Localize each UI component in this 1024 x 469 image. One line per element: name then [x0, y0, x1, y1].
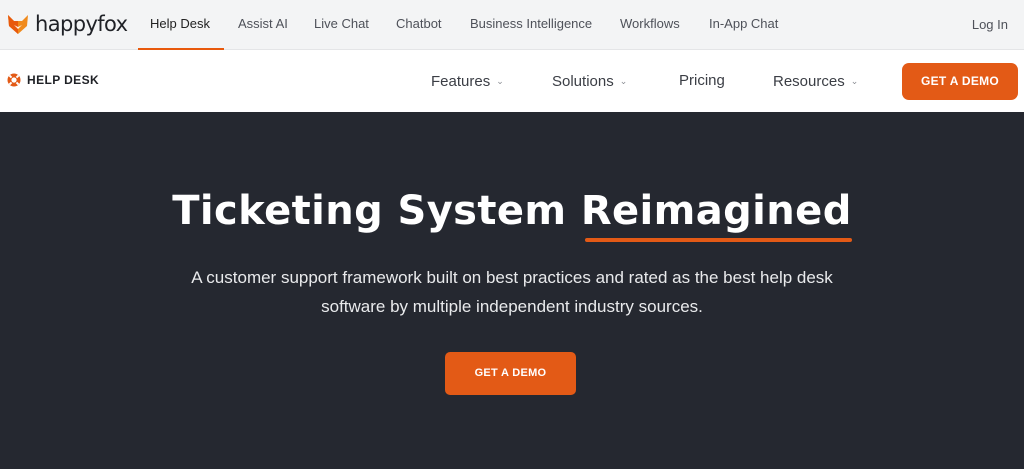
product-tab-label: Live Chat	[314, 16, 369, 31]
product-tab-label: Workflows	[620, 16, 680, 31]
product-tab-live-chat[interactable]: Live Chat	[314, 0, 369, 50]
product-tab-chatbot[interactable]: Chatbot	[396, 0, 442, 50]
product-tab-workflows[interactable]: Workflows	[620, 0, 680, 50]
chevron-down-icon: ⌄	[619, 76, 628, 86]
nav-label: Features	[431, 73, 491, 90]
product-tab-in-app-chat[interactable]: In-App Chat	[709, 0, 778, 50]
product-tab-label: In-App Chat	[709, 16, 779, 31]
hero-section: Ticketing System Reimagined A customer s…	[0, 112, 1024, 469]
help-desk-nav: HELP DESK Features ⌄ Solutions ⌄ Pricing R…	[0, 50, 1024, 112]
nav-pricing[interactable]: Pricing	[679, 50, 725, 112]
highlight-underline	[584, 238, 852, 242]
hero-subtitle-line: software by multiple independent industr…	[321, 297, 703, 316]
brand-label: HELP DESK	[27, 73, 100, 87]
nav-solutions[interactable]: Solutions ⌄	[552, 50, 627, 112]
fox-logo-icon	[8, 15, 28, 34]
hero-subtitle-line: A customer support framework built on be…	[191, 268, 833, 287]
nav-label: Pricing	[679, 72, 725, 89]
chevron-down-icon: ⌄	[496, 76, 504, 86]
product-tab-label: Chatbot	[396, 16, 442, 31]
product-tab-assist-ai[interactable]: Assist AI	[238, 0, 288, 50]
hero-title-highlight: Reimagined	[580, 188, 852, 234]
nav-label: Resources	[773, 73, 845, 90]
hero-title-highlight-wrap: Reimagined	[580, 188, 852, 242]
nav-label: Solutions	[552, 73, 614, 90]
chevron-down-icon: ⌄	[850, 76, 859, 86]
product-tab-help-desk[interactable]: Help Desk	[138, 0, 224, 50]
hero-get-a-demo-button[interactable]: GET A DEMO	[445, 352, 576, 395]
lifebuoy-icon	[7, 73, 21, 87]
get-a-demo-button[interactable]: GET A DEMO	[902, 63, 1018, 100]
happyfox-logo[interactable]: happyfox	[6, 10, 128, 38]
logo-text: happyfox	[35, 12, 128, 36]
nav-resources[interactable]: Resources ⌄	[773, 50, 858, 112]
nav-features[interactable]: Features ⌄	[431, 50, 504, 112]
hero-subtitle: A customer support framework built on be…	[0, 263, 1024, 321]
hero-title-main: Ticketing System	[172, 188, 581, 234]
help-desk-brand[interactable]: HELP DESK	[7, 73, 99, 87]
hero-title: Ticketing System Reimagined	[0, 188, 1024, 242]
login-link[interactable]: Log In	[972, 0, 1008, 50]
product-tab-business-intelligence[interactable]: Business Intelligence	[470, 0, 592, 50]
product-tab-label: Help Desk	[150, 16, 210, 31]
product-tab-label: Assist AI	[238, 16, 288, 31]
product-tab-label: Business Intelligence	[470, 16, 593, 31]
product-bar: happyfox Help Desk Assist AI Live Chat C…	[0, 0, 1024, 50]
